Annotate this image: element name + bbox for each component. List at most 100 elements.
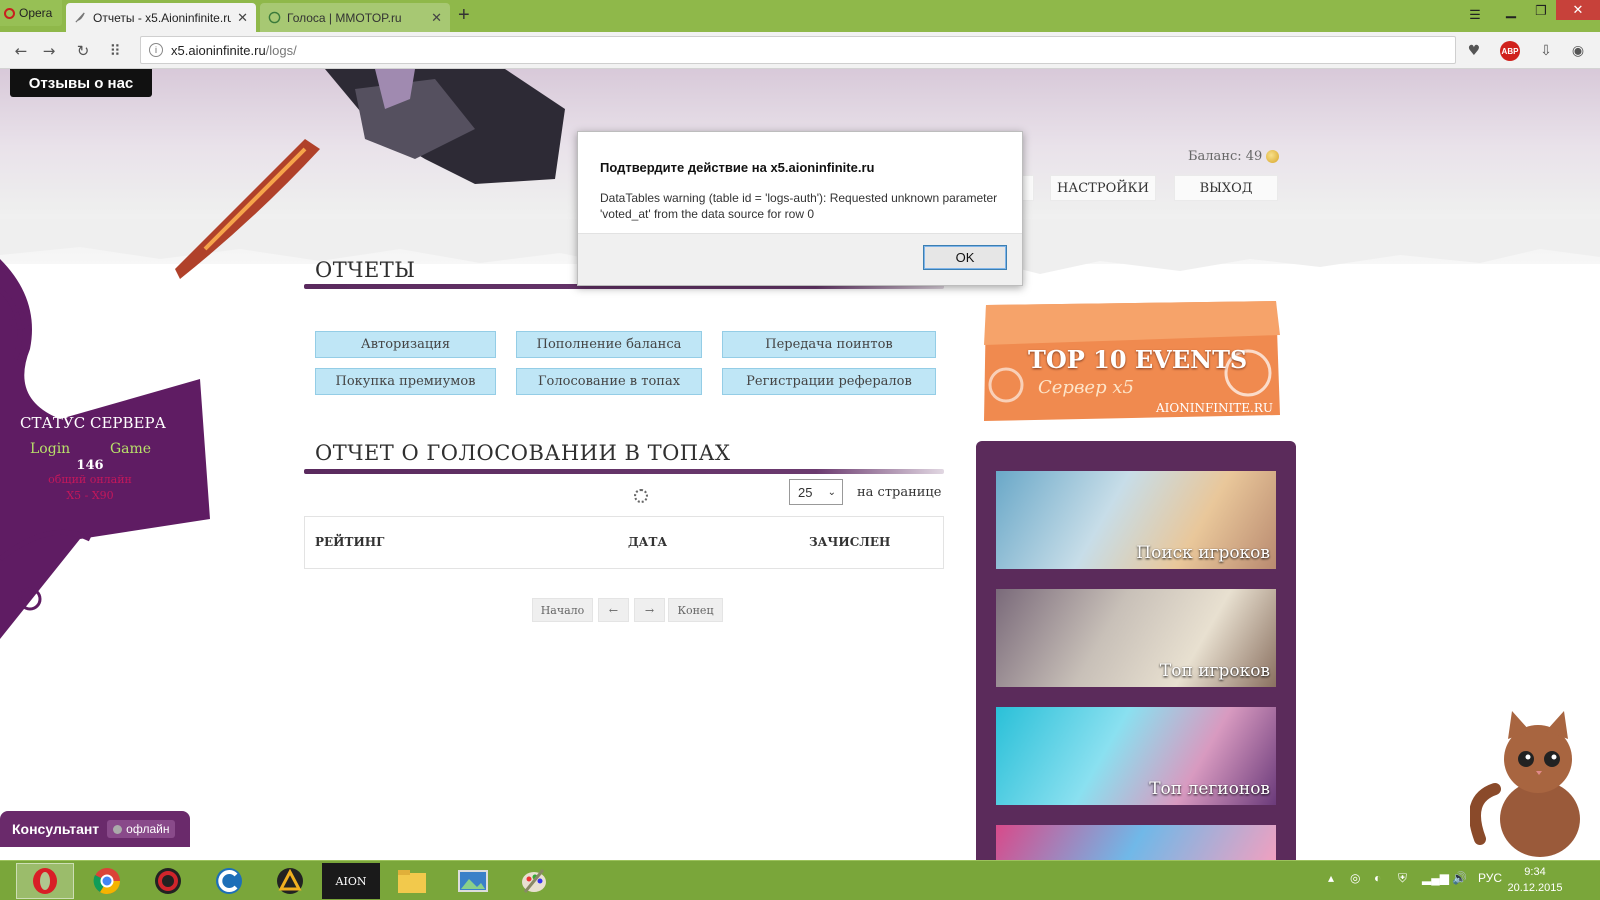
pager-prev-button[interactable]: ← (598, 598, 629, 622)
close-tab-icon[interactable]: ✕ (431, 10, 442, 26)
opera-menu-button[interactable]: Opera (0, 0, 62, 26)
kitten-mascot-icon[interactable] (1470, 709, 1590, 859)
vote-report-divider (304, 469, 944, 474)
tab-mmotop[interactable]: Голоса | MMOTOP.ru ✕ (260, 3, 450, 32)
promo-top-players[interactable]: Топ игроков (996, 589, 1276, 687)
report-premium-button[interactable]: Покупка премиумов (315, 368, 496, 395)
tab-reports[interactable]: Отчеты - x5.Aioninfinite.ru ✕ (66, 3, 256, 32)
clock[interactable]: 9:34 20.12.2015 (1505, 864, 1565, 896)
report-balance-button[interactable]: Пополнение баланса (516, 331, 702, 358)
report-auth-button[interactable]: Авторизация (315, 331, 496, 358)
report-referrals-button[interactable]: Регистрации рефералов (722, 368, 936, 395)
ccleaner-icon[interactable] (200, 863, 258, 899)
per-page-select[interactable]: 25 ⌄ (789, 479, 843, 505)
photo-viewer-icon[interactable] (444, 863, 502, 899)
promo-find-players[interactable]: Поиск игроков (996, 471, 1276, 569)
tab-title: Голоса | MMOTOP.ru (287, 10, 402, 25)
opera-icon[interactable] (16, 863, 74, 899)
clock-date: 20.12.2015 (1507, 882, 1563, 894)
tab-menu-icon[interactable]: ☰ (1462, 4, 1488, 26)
browser-toolbar: ← → ↻ ⠿ i x5.aioninfinite.ru/logs/ ♥ ABP… (0, 32, 1600, 69)
tray-ccleaner-icon[interactable]: ◐ (1374, 871, 1381, 885)
dialog-title: Подтвердите действие на x5.aioninfinite.… (600, 160, 875, 175)
balance-display: Баланс: 49 (1188, 149, 1280, 164)
tray-app-icon[interactable]: ◎ (1350, 871, 1360, 885)
per-page-value: 25 (798, 484, 813, 500)
events-subtitle: Сервер x5 (1038, 377, 1134, 398)
account-icon[interactable]: ◉ (1567, 40, 1589, 62)
balance-label: Баланс: 49 (1188, 149, 1263, 164)
events-title: TOP 10 EVENTS (1028, 345, 1248, 374)
web-page: Отзывы о нас Баланс: 49 НАСТРОЙКИ ВЫХОД … (0, 69, 1600, 860)
events-site: AIONINFINITE.RU (1156, 401, 1274, 415)
adblock-icon[interactable]: ABP (1500, 41, 1520, 61)
ok-button[interactable]: OK (923, 245, 1007, 270)
network-icon[interactable]: ▂▄▆ (1422, 871, 1449, 885)
minimize-icon[interactable]: ▁ (1496, 0, 1526, 22)
reports-heading: ОТЧЕТЫ (315, 258, 416, 282)
server-status-title: СТАТУС СЕРВЕРА (20, 414, 166, 432)
maximize-icon[interactable]: ❐ (1526, 0, 1556, 22)
server-rates: X5 - X90 (66, 489, 114, 502)
back-icon[interactable]: ← (10, 40, 32, 62)
pager-last-button[interactable]: Конец (668, 598, 723, 622)
pager-next-button[interactable]: → (634, 598, 665, 622)
reviews-button[interactable]: Отзывы о нас (10, 69, 152, 97)
close-tab-icon[interactable]: ✕ (237, 10, 248, 26)
promo-label: Поиск игроков (1136, 543, 1270, 563)
report-voting-button[interactable]: Голосование в топах (516, 368, 702, 395)
loading-spinner-icon (634, 489, 648, 503)
consultant-status-label: офлайн (126, 822, 170, 836)
clock-time: 9:34 (1524, 866, 1546, 878)
online-label: общий онлайн (48, 473, 132, 486)
top-events-banner[interactable]: TOP 10 EVENTS Сервер x5 AIONINFINITE.RU (976, 295, 1286, 427)
opera-menu-label: Opera (19, 6, 53, 20)
heart-icon[interactable]: ♥ (1463, 40, 1485, 62)
download-icon[interactable]: ⇩ (1535, 40, 1557, 62)
promo-partial[interactable] (996, 825, 1276, 860)
url-path: /logs/ (265, 42, 297, 58)
column-header-rating[interactable]: РЕЙТИНГ (315, 535, 384, 549)
pager-first-button[interactable]: Начало (532, 598, 593, 622)
per-page-label: на странице (857, 485, 942, 500)
promo-top-legions[interactable]: Топ легионов (996, 707, 1276, 805)
hero-artwork (175, 69, 565, 279)
file-explorer-icon[interactable] (383, 863, 441, 899)
promo-label: Топ легионов (1149, 779, 1270, 799)
arena-icon[interactable] (261, 863, 319, 899)
address-bar[interactable]: i x5.aioninfinite.ru/logs/ (140, 36, 1456, 64)
confirm-dialog: Подтвердите действие на x5.aioninfinite.… (577, 131, 1023, 286)
report-transfer-button[interactable]: Передача поинтов (722, 331, 936, 358)
tray-security-icon[interactable]: ⛨ (1398, 871, 1407, 886)
vote-table: РЕЙТИНГ ДАТА ЗАЧИСЛЕН (304, 516, 944, 569)
new-tab-icon[interactable]: + (458, 4, 470, 27)
settings-button[interactable]: НАСТРОЙКИ (1050, 175, 1156, 201)
column-header-credited[interactable]: ЗАЧИСЛЕН (809, 535, 890, 549)
vote-report-heading: ОТЧЕТ О ГОЛОСОВАНИИ В ТОПАХ (315, 441, 731, 465)
volume-icon[interactable]: 🔊 (1452, 871, 1467, 885)
left-ornament (0, 259, 210, 639)
aion-icon[interactable]: AION (322, 863, 380, 899)
consultant-widget[interactable]: Консультант офлайн (0, 811, 190, 847)
paint-icon[interactable] (505, 863, 563, 899)
browser-tab-bar: Opera Отчеты - x5.Aioninfinite.ru ✕ Голо… (0, 0, 1600, 32)
coin-icon (1266, 150, 1280, 163)
language-indicator[interactable]: РУС (1478, 871, 1502, 885)
close-window-icon[interactable]: ✕ (1556, 0, 1600, 20)
game-launcher-icon[interactable] (139, 863, 197, 899)
reload-icon[interactable]: ↻ (72, 40, 94, 62)
aion-label: AION (335, 874, 367, 888)
logout-button[interactable]: ВЫХОД (1174, 175, 1278, 201)
site-info-icon[interactable]: i (149, 43, 163, 57)
dialog-message: DataTables warning (table id = 'logs-aut… (600, 191, 998, 221)
column-header-date[interactable]: ДАТА (628, 535, 667, 549)
tray-expand-icon[interactable]: ▴ (1328, 871, 1334, 885)
offline-dot-icon (113, 824, 123, 834)
opera-logo-icon (4, 7, 15, 19)
game-server-label: Game (110, 441, 152, 457)
speed-dial-icon[interactable]: ⠿ (104, 40, 126, 62)
taskbar: AION ▴ ◎ ◐ ⛨ ▂▄▆ 🔊 РУС 9:34 20.12.2015 (0, 860, 1600, 900)
chrome-icon[interactable] (78, 863, 136, 899)
forward-icon[interactable]: → (38, 40, 60, 62)
consultant-status: офлайн (107, 820, 176, 838)
